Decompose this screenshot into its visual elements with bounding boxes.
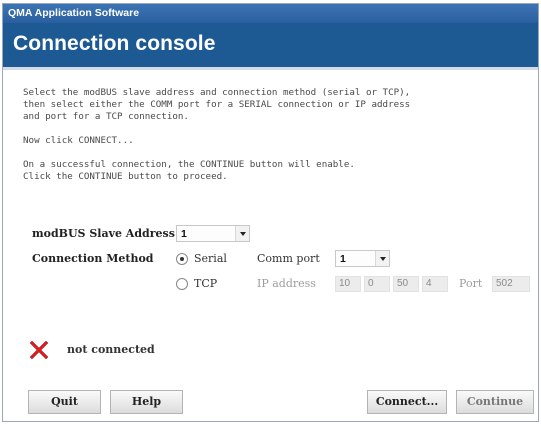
red-x-icon <box>29 340 49 360</box>
ip-address-label: IP address <box>257 277 316 290</box>
instruction-paragraph-2: Now click CONNECT... <box>23 135 134 146</box>
ip-octet-4-input[interactable]: 4 <box>422 276 448 292</box>
ip-octet-2-input[interactable]: 0 <box>364 276 390 292</box>
slave-address-select[interactable]: 1 <box>176 225 250 242</box>
port-input[interactable]: 502 <box>492 276 530 292</box>
serial-radio[interactable] <box>176 253 188 265</box>
connection-status-text: not connected <box>67 343 155 356</box>
quit-button[interactable]: Quit <box>28 390 101 414</box>
window-titlebar: QMA Application Software <box>3 4 538 23</box>
instructions-text: Select the modBUS slave address and conn… <box>23 87 535 183</box>
ip-octet-1-input[interactable]: 10 <box>335 276 361 292</box>
help-button[interactable]: Help <box>110 390 183 414</box>
comm-port-label: Comm port <box>257 252 320 265</box>
chevron-down-icon <box>375 251 389 266</box>
comm-port-value: 1 <box>340 253 346 265</box>
connect-button[interactable]: Connect... <box>367 390 447 414</box>
instruction-paragraph-3: On a successful connection, the CONTINUE… <box>23 159 355 182</box>
serial-radio-label: Serial <box>194 252 227 265</box>
app-window: QMA Application Software Connection cons… <box>2 3 539 422</box>
page-header: Connection console <box>3 23 538 70</box>
port-label: Port <box>459 277 483 290</box>
page-title: Connection console <box>13 32 216 55</box>
chevron-down-icon <box>235 226 249 241</box>
slave-address-value: 1 <box>181 228 187 240</box>
tcp-radio-label: TCP <box>194 277 218 290</box>
ip-octet-3-input[interactable]: 50 <box>393 276 419 292</box>
slave-address-label: modBUS Slave Address <box>32 227 175 240</box>
connection-method-label: Connection Method <box>32 252 154 265</box>
continue-button[interactable]: Continue <box>456 390 534 414</box>
comm-port-select[interactable]: 1 <box>335 250 390 267</box>
tcp-radio[interactable] <box>176 278 188 290</box>
instruction-paragraph-1: Select the modBUS slave address and conn… <box>23 87 411 122</box>
